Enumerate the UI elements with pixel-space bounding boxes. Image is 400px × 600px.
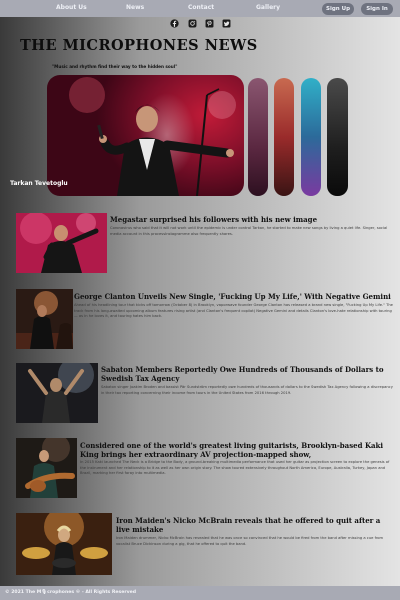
sign-in-button[interactable]: Sign In (361, 3, 393, 15)
instagram-icon[interactable] (188, 19, 197, 28)
gallery-slice-4[interactable] (327, 78, 348, 196)
pinterest-icon[interactable] (205, 19, 214, 28)
article-body: Coronavirus who said that it will not wo… (110, 226, 388, 236)
article-body: Sabaton singer Joakim Broden and bassist… (101, 385, 393, 395)
article-thumbnail[interactable] (16, 438, 77, 498)
footer: © 2021 The M🎙crophones ® - All Rights Re… (0, 586, 400, 600)
article-title[interactable]: Iron Maiden's Nicko McBrain reveals that… (116, 516, 396, 534)
site-title: THE MICROPHONES NEWS (20, 37, 258, 54)
gallery-slice-2[interactable] (274, 78, 294, 196)
article-title[interactable]: Sabaton Members Reportedly Owe Hundreds … (101, 365, 396, 383)
nav-link-contact[interactable]: Contact (188, 4, 214, 11)
gallery-caption: Tarkan Tevetoglu (10, 180, 68, 187)
gallery-slice-1[interactable] (248, 78, 268, 196)
gallery-slice-3[interactable] (301, 78, 321, 196)
article-thumbnail[interactable] (16, 213, 107, 273)
article-thumbnail[interactable] (16, 289, 73, 349)
article-title[interactable]: George Clanton Unveils New Single, 'Fuck… (74, 292, 396, 302)
nav-link-about-us[interactable]: About Us (56, 4, 87, 11)
sign-up-button[interactable]: Sign Up (322, 3, 354, 15)
article-title[interactable]: Considered one of the world's greatest l… (80, 441, 396, 459)
site-tagline: "Music and rhythm find their way to the … (52, 64, 178, 69)
gallery-hero-image[interactable] (47, 75, 244, 196)
social-links (0, 19, 400, 29)
article-title[interactable]: Megastar surprised his followers with hi… (110, 215, 395, 225)
top-navbar: About Us News Contact Gallery Sign Up Si… (0, 0, 400, 17)
twitter-icon[interactable] (222, 19, 231, 28)
facebook-icon[interactable] (170, 19, 179, 28)
article-thumbnail[interactable] (16, 363, 98, 423)
article-body: In 2015 Kaki launched The Neck is a Brid… (80, 460, 390, 476)
hero-performer-illustration (69, 77, 236, 196)
article-body: Ahead of his headlining tour that kicks … (74, 303, 393, 319)
footer-copyright: © 2021 The M🎙crophones ® - All Rights Re… (5, 590, 137, 595)
article-body: Iron Maiden drummer, Nicko McBrain has r… (116, 536, 384, 546)
nav-link-gallery[interactable]: Gallery (256, 4, 280, 11)
article-thumbnail[interactable] (16, 513, 112, 575)
nav-link-news[interactable]: News (126, 4, 144, 11)
